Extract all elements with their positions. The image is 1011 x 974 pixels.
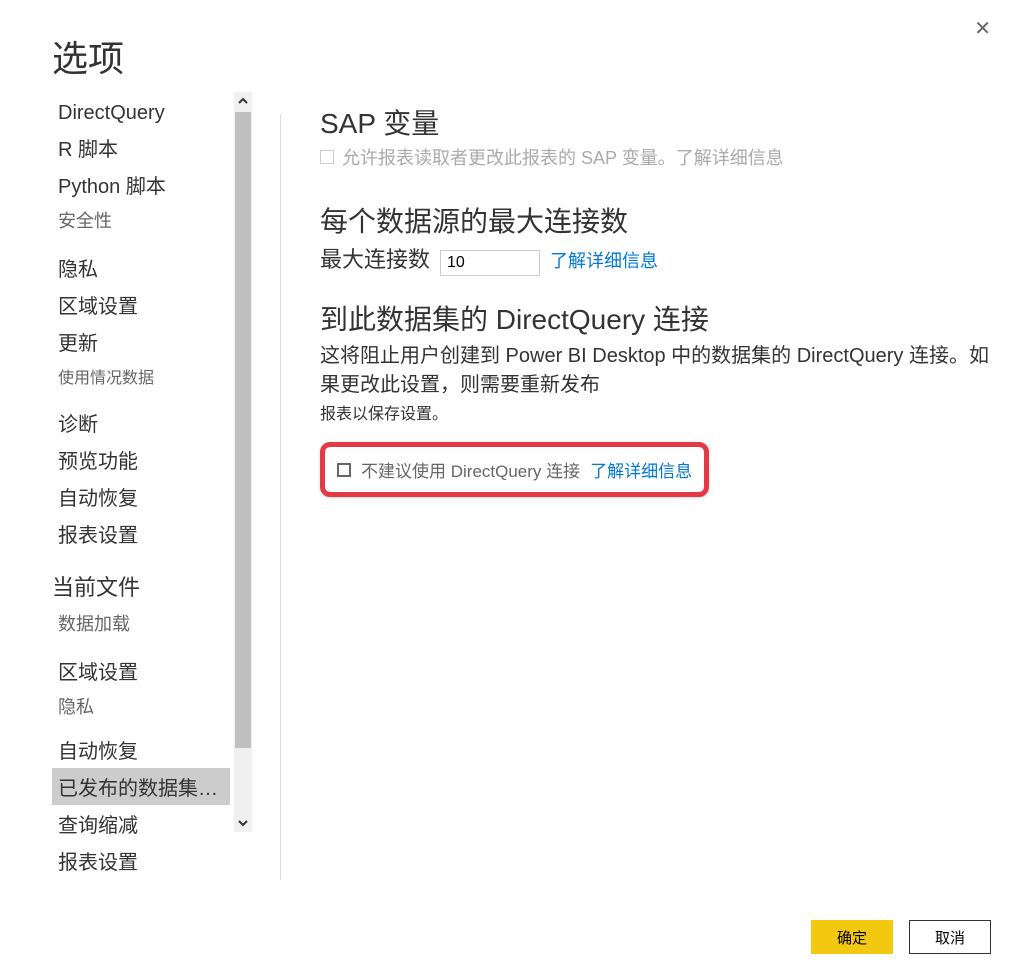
- heading-max-conn: 每个数据源的最大连接数: [320, 200, 991, 240]
- ok-button[interactable]: 确定: [811, 920, 893, 954]
- sidebar-item-r-script[interactable]: R 脚本: [52, 129, 230, 166]
- checkbox-icon[interactable]: [337, 463, 351, 477]
- vertical-divider: [280, 114, 281, 880]
- scrollbar-thumb[interactable]: [235, 112, 251, 748]
- discourage-dq-highlight: 不建议使用 DirectQuery 连接 了解详细信息: [320, 442, 709, 497]
- sidebar-item-python-script[interactable]: Python 脚本: [52, 166, 230, 203]
- sidebar-item-directquery[interactable]: DirectQuery: [52, 98, 230, 129]
- sidebar-item-report-settings-2[interactable]: 报表设置: [52, 842, 230, 879]
- dq-desc-2: 报表以保存设置。: [320, 400, 991, 424]
- section-dq-connections: 到此数据集的 DirectQuery 连接 这将阻止用户创建到 Power BI…: [320, 298, 991, 497]
- sidebar-item-privacy[interactable]: 隐私: [52, 249, 230, 286]
- learn-more-link-conn[interactable]: 了解详细信息: [550, 247, 658, 273]
- sidebar-item-privacy-2[interactable]: 隐私: [52, 689, 230, 723]
- close-icon: ✕: [974, 18, 991, 40]
- sidebar-item-regional-2[interactable]: 区域设置: [52, 652, 230, 689]
- checkbox-icon: [320, 150, 334, 164]
- sidebar-item-updates[interactable]: 更新: [52, 323, 230, 360]
- learn-more-link-dq[interactable]: 了解详细信息: [590, 457, 692, 482]
- content-area: DirectQuery R 脚本 Python 脚本 安全性 隐私 区域设置 更…: [0, 92, 1011, 862]
- sidebar-scrollbar[interactable]: [234, 92, 252, 832]
- max-conn-input[interactable]: [440, 250, 540, 276]
- sidebar-item-diagnostics[interactable]: 诊断: [52, 404, 230, 441]
- heading-dq: 到此数据集的 DirectQuery 连接: [320, 298, 991, 338]
- heading-sap: SAP 变量: [320, 102, 991, 142]
- sidebar-item-data-load[interactable]: 数据加载: [52, 606, 230, 640]
- sidebar-section-current-file: 当前文件: [52, 552, 230, 606]
- max-conn-label: 最大连接数: [320, 242, 430, 274]
- dialog-footer: 确定 取消: [811, 920, 991, 954]
- scroll-down-icon[interactable]: [234, 814, 252, 832]
- discourage-dq-label: 不建议使用 DirectQuery 连接: [361, 457, 580, 482]
- sidebar: DirectQuery R 脚本 Python 脚本 安全性 隐私 区域设置 更…: [52, 92, 252, 862]
- sidebar-item-autorecover[interactable]: 自动恢复: [52, 478, 230, 515]
- cancel-button[interactable]: 取消: [909, 920, 991, 954]
- sidebar-item-preview[interactable]: 预览功能: [52, 441, 230, 478]
- sidebar-item-report-settings[interactable]: 报表设置: [52, 515, 230, 552]
- max-connections-row: 最大连接数 了解详细信息: [320, 242, 991, 276]
- sidebar-list: DirectQuery R 脚本 Python 脚本 安全性 隐私 区域设置 更…: [52, 98, 230, 879]
- dq-desc-1: 这将阻止用户创建到 Power BI Desktop 中的数据集的 Direct…: [320, 342, 991, 400]
- main-panel: SAP 变量 允许报表读取者更改此报表的 SAP 变量。了解详细信息 每个数据源…: [252, 92, 1011, 862]
- sap-checkbox-label: 允许报表读取者更改此报表的 SAP 变量。了解详细信息: [342, 144, 784, 170]
- scroll-up-icon[interactable]: [234, 92, 252, 110]
- close-button[interactable]: ✕: [974, 16, 991, 41]
- sidebar-item-usage-data[interactable]: 使用情况数据: [52, 360, 230, 392]
- sidebar-item-security[interactable]: 安全性: [52, 203, 230, 237]
- sidebar-item-query-reduction[interactable]: 查询缩减: [52, 805, 230, 842]
- sap-checkbox-row: 允许报表读取者更改此报表的 SAP 变量。了解详细信息: [320, 144, 991, 170]
- section-sap-variables: SAP 变量 允许报表读取者更改此报表的 SAP 变量。了解详细信息: [320, 102, 991, 170]
- sidebar-item-autorecover-2[interactable]: 自动恢复: [52, 731, 230, 768]
- dialog-title: 选项: [0, 0, 1011, 92]
- sidebar-item-regional[interactable]: 区域设置: [52, 286, 230, 323]
- section-max-connections: 每个数据源的最大连接数 最大连接数 了解详细信息: [320, 200, 991, 276]
- sidebar-item-published-datasets[interactable]: 已发布的数据集…: [52, 768, 230, 805]
